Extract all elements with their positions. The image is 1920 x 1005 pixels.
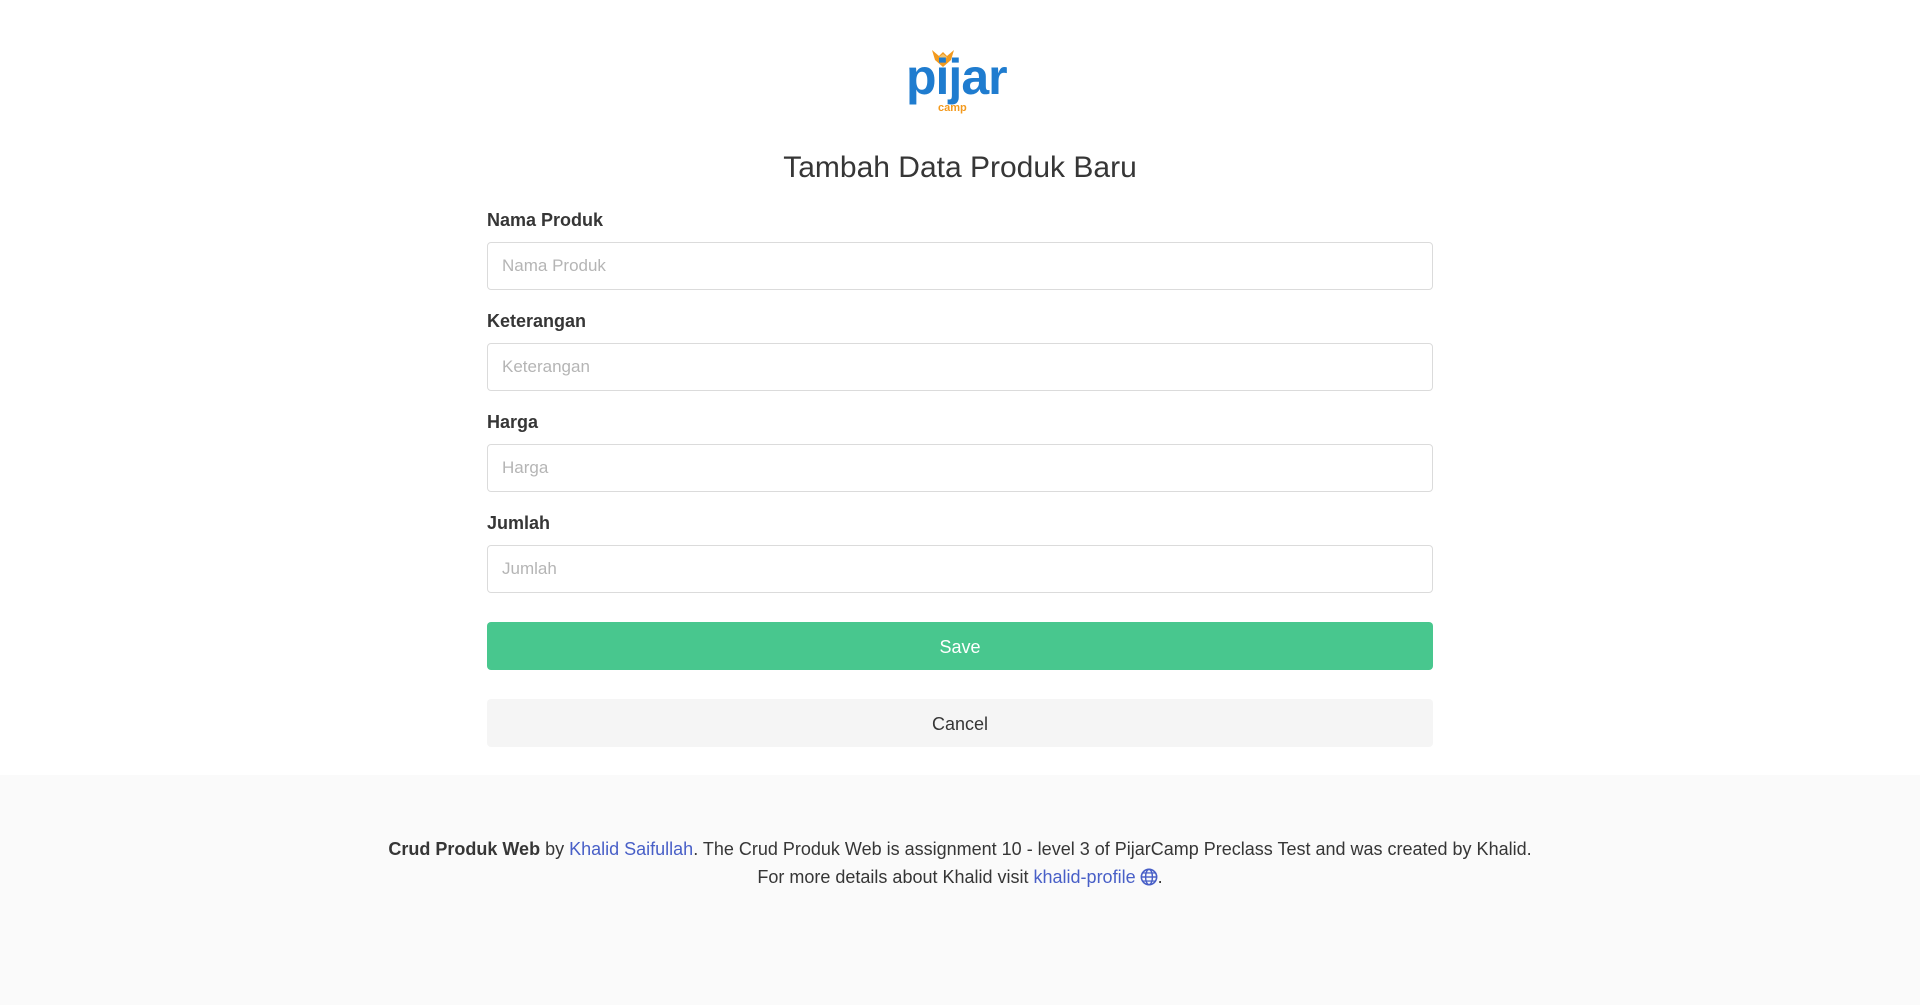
page-title: Tambah Data Produk Baru bbox=[783, 151, 1137, 184]
logo-subtext: camp bbox=[938, 102, 967, 114]
profile-link-label: khalid-profile bbox=[1033, 867, 1136, 887]
author-link[interactable]: Khalid Saifullah bbox=[569, 839, 693, 859]
nama-produk-input[interactable] bbox=[487, 242, 1433, 290]
main-content: pijar camp Tambah Data Produk Baru Nama … bbox=[0, 0, 1920, 775]
field-label: Nama Produk bbox=[487, 210, 604, 230]
footer-line-1: Crud Produk Web by Khalid Saifullah. The… bbox=[0, 835, 1920, 863]
footer: Crud Produk Web by Khalid Saifullah. The… bbox=[0, 775, 1920, 1005]
footer-description: . The Crud Produk Web is assignment 10 -… bbox=[693, 839, 1532, 859]
harga-input[interactable] bbox=[487, 444, 1433, 492]
field-label: Harga bbox=[487, 412, 539, 432]
field-harga: Harga bbox=[487, 407, 1433, 508]
profile-link[interactable]: khalid-profile bbox=[1034, 867, 1158, 887]
keterangan-input[interactable] bbox=[487, 343, 1433, 391]
cancel-button[interactable]: Cancel bbox=[487, 699, 1433, 747]
footer-visit-text: For more details about Khalid visit bbox=[757, 867, 1034, 887]
field-nama-produk: Nama Produk bbox=[487, 205, 1433, 306]
field-jumlah: Jumlah bbox=[487, 508, 1433, 609]
footer-line-2: For more details about Khalid visit khal… bbox=[0, 863, 1920, 891]
field-label: Keterangan bbox=[487, 311, 587, 331]
save-button[interactable]: Save bbox=[487, 622, 1433, 670]
globe-icon bbox=[1140, 868, 1158, 886]
field-label: Jumlah bbox=[487, 513, 551, 533]
field-keterangan: Keterangan bbox=[487, 306, 1433, 407]
footer-by-text: by bbox=[540, 839, 570, 859]
page: pijar camp Tambah Data Produk Baru Nama … bbox=[0, 0, 1920, 1005]
pijarcamp-logo: pijar camp bbox=[900, 48, 1020, 120]
footer-app-name: Crud Produk Web bbox=[388, 839, 541, 859]
jumlah-input[interactable] bbox=[487, 545, 1433, 593]
logo-wordmark: pijar bbox=[906, 49, 1008, 105]
footer-text: Crud Produk Web by Khalid Saifullah. The… bbox=[0, 835, 1920, 891]
footer-period: . bbox=[1157, 867, 1163, 887]
add-product-form: Nama Produk Keterangan Harga Jumlah bbox=[487, 205, 1433, 609]
